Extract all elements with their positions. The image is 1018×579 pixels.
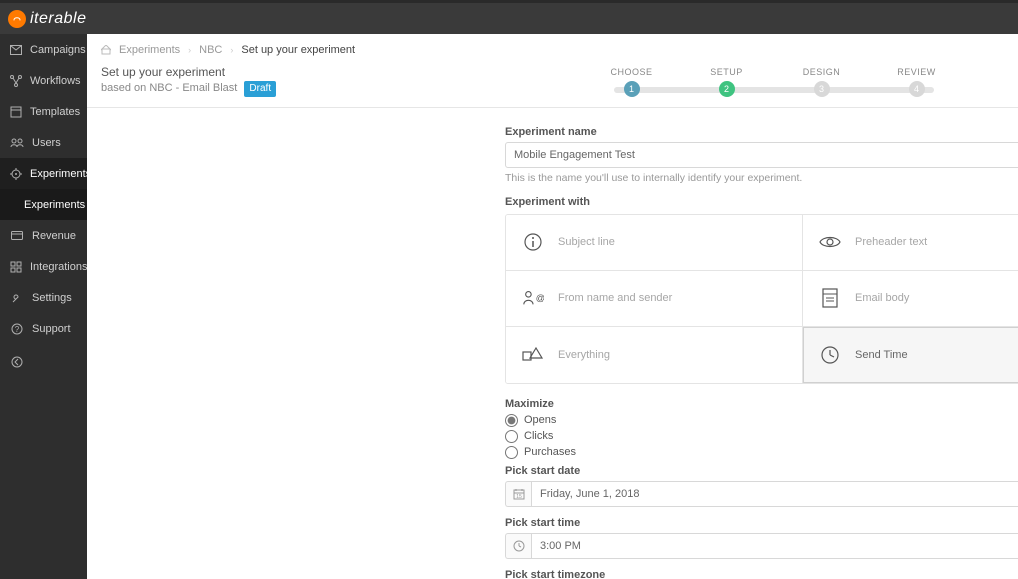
person-at-icon: @ (522, 287, 544, 309)
breadcrumb-current: Set up your experiment (241, 44, 355, 56)
clock-icon (819, 344, 841, 366)
home-icon[interactable] (101, 45, 111, 55)
progress-stepper: CHOOSE 1 SETUP 2 DESIGN 3 REVIEW 4 (584, 67, 964, 97)
info-icon (522, 231, 544, 253)
sidebar-item-users[interactable]: Users (0, 127, 87, 158)
chevron-right-icon: › (230, 45, 233, 55)
envelope-icon (10, 45, 22, 55)
sidebar: Campaigns Workflows Templates Users Expe… (0, 34, 87, 579)
sidebar-item-settings[interactable]: Settings (0, 282, 87, 313)
start-time-input[interactable] (531, 533, 1018, 559)
experiment-name-hint: This is the name you'll use to internall… (505, 172, 1018, 184)
nav-label: Settings (32, 292, 72, 304)
nav-label: Templates (30, 106, 80, 118)
nav-label: Workflows (30, 75, 81, 87)
chevron-right-icon: › (188, 45, 191, 55)
breadcrumb-nbc[interactable]: NBC (199, 44, 222, 56)
flask-icon (10, 168, 22, 180)
cell-preheader[interactable]: Preheader text (803, 215, 1018, 271)
status-badge: Draft (244, 81, 276, 97)
eye-icon (819, 231, 841, 253)
sidebar-item-integrations[interactable]: Integrations (0, 251, 87, 282)
sidebar-item-templates[interactable]: Templates (0, 96, 87, 127)
stepper-track (614, 87, 933, 93)
cell-everything[interactable]: Everything (506, 327, 803, 383)
nav-label: Experiments (30, 168, 91, 180)
wrench-icon (10, 292, 24, 304)
radio-purchases[interactable]: Purchases (505, 446, 1018, 459)
experiment-with-label: Experiment with (505, 196, 1018, 208)
start-date-input[interactable] (531, 481, 1018, 507)
nav-label: Revenue (32, 230, 76, 242)
svg-text:15: 15 (516, 494, 522, 500)
page-subtitle-prefix: based on (101, 82, 149, 94)
timezone-label: Pick start timezone (505, 569, 1018, 579)
cell-subject-line[interactable]: Subject line (506, 215, 803, 271)
radio-clicks[interactable]: Clicks (505, 430, 1018, 443)
svg-text:?: ? (15, 325, 20, 334)
calendar-icon[interactable]: 15 (505, 481, 531, 507)
nav-label: Campaigns (30, 44, 86, 56)
logo-mark-icon (8, 10, 26, 28)
page-campaign-name: NBC - Email Blast (149, 82, 237, 94)
cell-send-time[interactable]: Send Time (803, 327, 1018, 383)
page-title-block: Set up your experiment based on NBC - Em… (101, 64, 276, 97)
nav-label: Integrations (30, 261, 87, 273)
experiment-name-label: Experiment name (505, 126, 1018, 138)
brand-name: iterable (30, 10, 86, 28)
sidebar-item-revenue[interactable]: Revenue (0, 220, 87, 251)
grid-icon (10, 261, 22, 273)
chevron-left-icon (10, 356, 24, 368)
topbar: iterable (0, 0, 1018, 34)
maximize-label: Maximize (505, 398, 1018, 410)
users-icon (10, 138, 24, 148)
nav-label: Users (32, 137, 61, 149)
sidebar-item-campaigns[interactable]: Campaigns (0, 34, 87, 65)
cell-from-sender[interactable]: @ From name and sender (506, 271, 803, 327)
start-date-label: Pick start date (505, 465, 1018, 477)
sidebar-item-collapse[interactable] (0, 346, 87, 377)
experiment-name-input[interactable] (505, 142, 1018, 168)
help-icon: ? (10, 323, 24, 335)
sidebar-item-experiments[interactable]: Experiments (0, 158, 87, 189)
nav-label: Support (32, 323, 71, 335)
main-content: Experiments › NBC › Set up your experime… (87, 34, 1018, 579)
card-icon (10, 231, 24, 240)
svg-text:@: @ (536, 293, 544, 303)
shapes-icon (522, 344, 544, 366)
page-title: Set up your experiment (101, 64, 276, 81)
radio-opens[interactable]: Opens (505, 414, 1018, 427)
brand-logo[interactable]: iterable (8, 10, 86, 28)
sidebar-item-support[interactable]: ? Support (0, 313, 87, 344)
flow-icon (10, 75, 22, 87)
template-icon (10, 106, 22, 118)
experiment-with-grid: Subject line Preheader text @ From name … (505, 214, 1018, 384)
clock-addon-icon[interactable] (505, 533, 531, 559)
cell-email-body[interactable]: Email body (803, 271, 1018, 327)
document-icon (819, 287, 841, 309)
sidebar-item-workflows[interactable]: Workflows (0, 65, 87, 96)
breadcrumb-experiments[interactable]: Experiments (119, 44, 180, 56)
start-time-label: Pick start time (505, 517, 1018, 529)
sidebar-sub-experiments[interactable]: Experiments (0, 189, 87, 220)
nav-sub-label: Experiments (24, 199, 85, 211)
breadcrumb: Experiments › NBC › Set up your experime… (87, 34, 1018, 60)
